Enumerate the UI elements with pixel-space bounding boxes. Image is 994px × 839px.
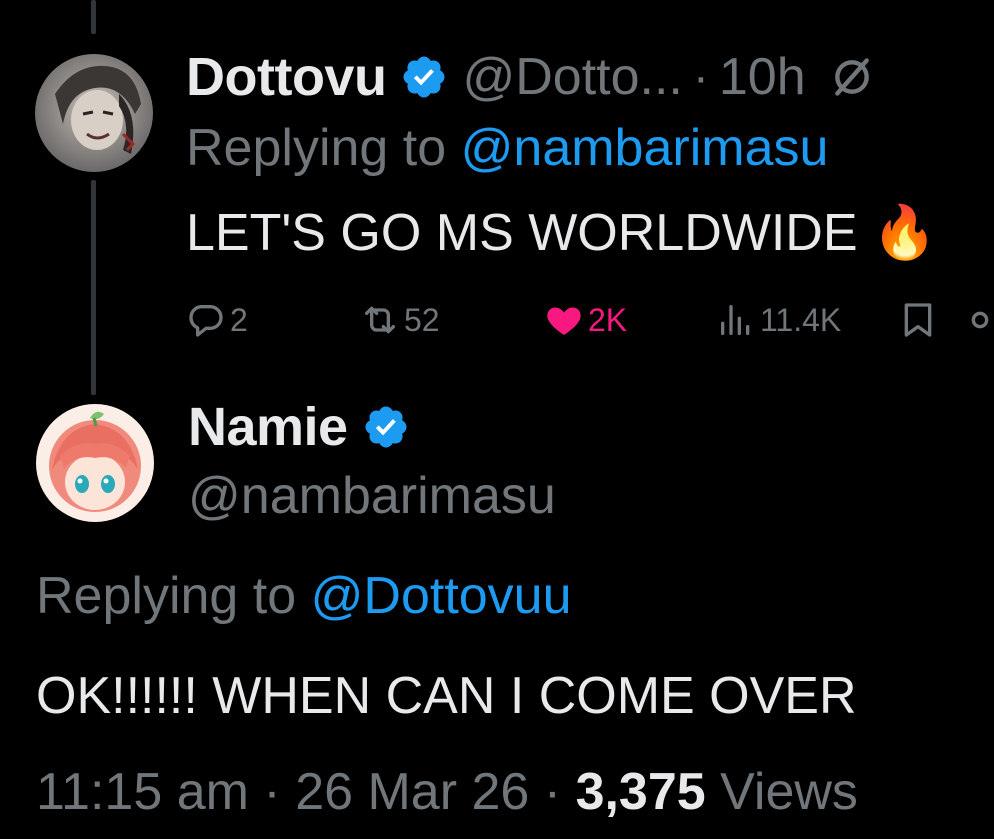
meta-separator-2: · bbox=[543, 763, 562, 821]
views-icon bbox=[721, 305, 750, 335]
reply-count: 2 bbox=[230, 301, 248, 338]
replying-to-line-main: Replying to @Dottovuu bbox=[36, 566, 572, 626]
tweet-text-dottovu: LET'S GO MS WORLDWIDE 🔥 bbox=[186, 202, 937, 263]
tweet-time[interactable]: 11:15 am bbox=[36, 763, 249, 821]
action-bar: 2 52 2K 11.4K bbox=[186, 296, 994, 344]
replying-to-line: Replying to @nambarimasu bbox=[186, 118, 828, 178]
reply-icon bbox=[189, 305, 223, 337]
time-ago[interactable]: 10h bbox=[719, 47, 806, 107]
thread-line-connector bbox=[91, 180, 96, 395]
replying-label: Replying to bbox=[186, 119, 447, 177]
replying-label-main: Replying to bbox=[36, 567, 297, 625]
display-name-namie[interactable]: Namie bbox=[188, 396, 348, 458]
meta-separator: · bbox=[263, 763, 281, 821]
views-label: Views bbox=[720, 763, 858, 821]
retweet-count: 52 bbox=[404, 301, 440, 338]
handle-dottovu[interactable]: @Dotto... bbox=[462, 47, 682, 107]
fire-emoji: 🔥 bbox=[871, 204, 937, 262]
verified-badge-icon bbox=[365, 406, 407, 448]
replying-to-link-main[interactable]: @Dottovuu bbox=[311, 567, 572, 625]
like-count: 2K bbox=[588, 301, 628, 338]
retweet-button[interactable]: 52 bbox=[360, 296, 440, 344]
bookmark-icon bbox=[904, 303, 932, 337]
tweet-body: LET'S GO MS WORLDWIDE bbox=[186, 204, 858, 262]
bookmark-button[interactable] bbox=[898, 296, 938, 344]
avatar-namie[interactable] bbox=[36, 404, 154, 522]
replying-to-link[interactable]: @nambarimasu bbox=[461, 119, 829, 177]
reply-button[interactable]: 2 bbox=[186, 296, 248, 344]
display-name-dottovu[interactable]: Dottovu bbox=[186, 46, 387, 108]
separator-dot: · bbox=[692, 50, 709, 104]
like-icon bbox=[547, 307, 581, 335]
handle-namie[interactable]: @nambarimasu bbox=[188, 466, 556, 526]
avatar-dottovu[interactable] bbox=[35, 54, 153, 172]
namie-header: Namie bbox=[188, 392, 410, 462]
tweet-date[interactable]: 26 Mar 26 bbox=[295, 763, 529, 821]
grok-icon[interactable] bbox=[830, 55, 874, 99]
tweet-text-namie: OK!!!!!! WHEN CAN I COME OVER bbox=[36, 667, 857, 725]
share-button[interactable] bbox=[960, 296, 994, 344]
retweet-icon bbox=[365, 306, 395, 334]
dottovu-header: Dottovu @Dotto... · 10h bbox=[186, 42, 874, 112]
like-button[interactable]: 2K bbox=[544, 296, 627, 344]
views-number[interactable]: 3,375 bbox=[576, 763, 706, 821]
views-button[interactable]: 11.4K bbox=[716, 296, 841, 344]
thread-line-top bbox=[91, 0, 96, 34]
share-icon bbox=[971, 311, 989, 329]
verified-badge-icon bbox=[403, 56, 445, 98]
views-count: 11.4K bbox=[760, 301, 842, 338]
tweet-meta: 11:15 am · 26 Mar 26 · 3,375 Views bbox=[36, 762, 858, 822]
